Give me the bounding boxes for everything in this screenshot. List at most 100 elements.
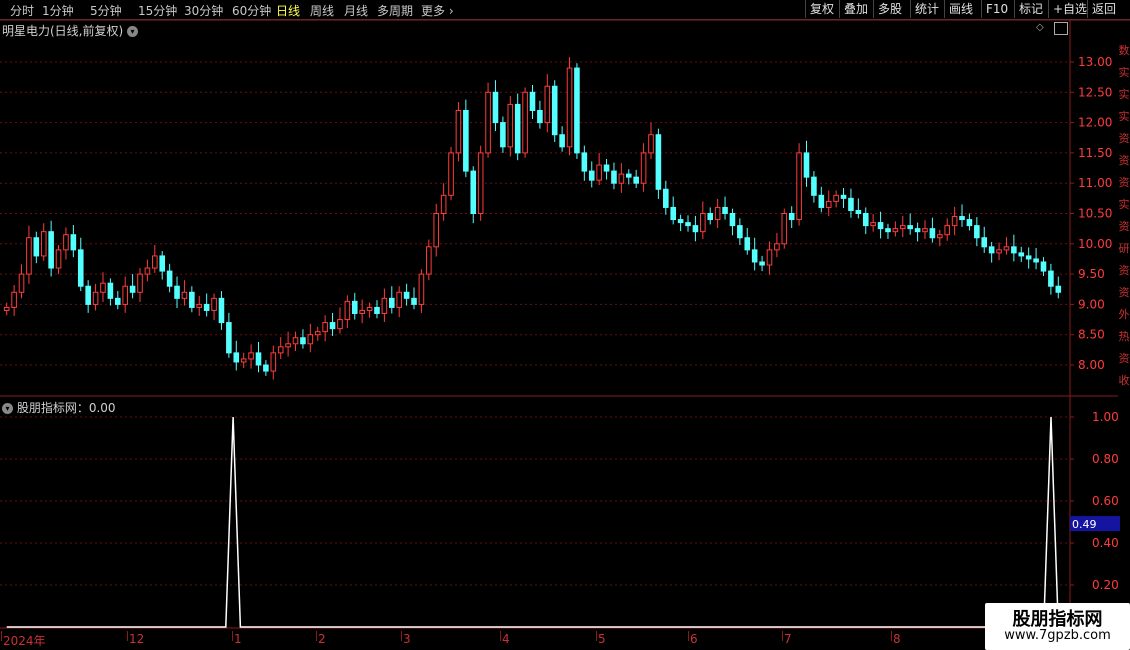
- date-label: 2: [318, 632, 326, 646]
- side-tab[interactable]: 资: [1118, 130, 1130, 146]
- candle-body: [603, 164, 610, 172]
- candle-body: [1040, 261, 1047, 272]
- candle-body: [18, 273, 25, 293]
- date-tick: [401, 631, 402, 641]
- side-tab[interactable]: 资: [1118, 262, 1130, 278]
- candle-body: [685, 222, 691, 227]
- candle-body: [48, 231, 54, 269]
- date-label: 8: [893, 632, 901, 646]
- candle-body: [670, 206, 677, 221]
- candle-body: [85, 285, 91, 305]
- price-axis-label: 10.50: [1078, 207, 1112, 221]
- chart-area[interactable]: 13.0012.5012.0011.5011.0010.5010.009.509…: [0, 0, 1130, 650]
- candle-body: [566, 67, 573, 148]
- candle-body: [966, 219, 973, 227]
- candle-body: [551, 85, 558, 136]
- candle-body: [492, 91, 499, 124]
- side-tab[interactable]: 收: [1118, 372, 1130, 388]
- candle-body: [862, 213, 869, 227]
- side-tab[interactable]: 资: [1118, 218, 1130, 234]
- candle-body: [588, 170, 595, 181]
- price-axis-label: 9.00: [1078, 297, 1105, 311]
- candle-body: [692, 225, 699, 233]
- candle-body: [144, 267, 151, 275]
- candle-body: [907, 225, 913, 230]
- candle-body: [300, 337, 306, 345]
- candle-body: [174, 285, 180, 299]
- candle-body: [959, 216, 965, 221]
- candle-body: [463, 109, 469, 172]
- price-axis-label: 12.00: [1078, 116, 1112, 130]
- candle-body: [159, 255, 166, 272]
- candle-body: [63, 234, 69, 251]
- candle-body: [107, 282, 114, 299]
- candle-body: [811, 176, 817, 196]
- candle-body: [929, 228, 936, 239]
- candle-body: [1018, 252, 1025, 257]
- price-axis-label: 9.50: [1078, 267, 1105, 281]
- candle-body: [559, 134, 565, 148]
- candle-body: [1048, 270, 1054, 287]
- date-label: 2024年: [3, 634, 46, 648]
- date-label: 3: [403, 632, 411, 646]
- side-tab[interactable]: 热: [1118, 328, 1130, 344]
- candle-body: [285, 343, 291, 348]
- candle-body: [855, 209, 862, 215]
- candle-body: [470, 170, 477, 214]
- cursor-value-text: 0.49: [1072, 518, 1097, 531]
- candle-body: [625, 173, 632, 178]
- candle-body: [403, 291, 410, 299]
- indicator-axis-label: 1.00: [1092, 410, 1119, 424]
- candle-body: [514, 103, 521, 154]
- candle-body: [714, 206, 721, 221]
- candle-body: [374, 306, 380, 314]
- side-tab[interactable]: 研: [1118, 240, 1130, 256]
- candle-body: [677, 219, 684, 224]
- candle-body: [196, 303, 203, 308]
- date-tick: [782, 631, 783, 641]
- candle-body: [137, 273, 143, 293]
- candle-body: [92, 291, 99, 305]
- candle-body: [211, 297, 217, 311]
- side-tab[interactable]: 资: [1118, 152, 1130, 168]
- side-tab[interactable]: 实: [1118, 86, 1130, 102]
- candle-body: [351, 300, 358, 314]
- candle-body: [781, 213, 788, 245]
- indicator-signal-line: [6, 416, 1060, 628]
- candle-body: [337, 319, 343, 330]
- candle-body: [263, 364, 269, 372]
- side-tab[interactable]: 资: [1118, 350, 1130, 366]
- side-tab[interactable]: 资: [1118, 284, 1130, 300]
- date-label: 7: [784, 632, 792, 646]
- candle-body: [448, 152, 454, 196]
- candle-body: [418, 273, 425, 305]
- date-tick: [688, 631, 689, 641]
- side-tab[interactable]: 实: [1118, 108, 1130, 124]
- side-tab[interactable]: 实: [1118, 196, 1130, 212]
- candle-body: [922, 228, 928, 233]
- candle-body: [114, 297, 121, 305]
- candle-body: [640, 152, 647, 184]
- date-tick: [316, 631, 317, 641]
- candle-body: [840, 194, 847, 199]
- candle-body: [899, 225, 906, 230]
- date-tick: [127, 631, 128, 641]
- right-side-tabs[interactable]: 数实实实资资资实资研资资外热资收: [1118, 20, 1130, 630]
- candle-body: [359, 309, 365, 314]
- side-tab[interactable]: 数: [1118, 42, 1130, 58]
- candle-body: [1003, 246, 1010, 251]
- candle-body: [596, 164, 602, 181]
- date-tick: [1, 631, 2, 641]
- candle-body: [788, 213, 795, 221]
- side-tab[interactable]: 实: [1118, 64, 1130, 80]
- candle-body: [11, 291, 17, 308]
- date-axis: 2024年 12 1 2 3 4 5 6 7 8: [0, 631, 1130, 650]
- side-tab[interactable]: 外: [1118, 306, 1130, 322]
- candle-body: [744, 237, 751, 251]
- side-tab[interactable]: 资: [1118, 174, 1130, 190]
- candle-body: [892, 228, 899, 233]
- candle-body: [322, 322, 328, 333]
- candle-body: [33, 237, 40, 257]
- candle-body: [655, 134, 662, 190]
- indicator-axis-label: 0.20: [1092, 578, 1119, 592]
